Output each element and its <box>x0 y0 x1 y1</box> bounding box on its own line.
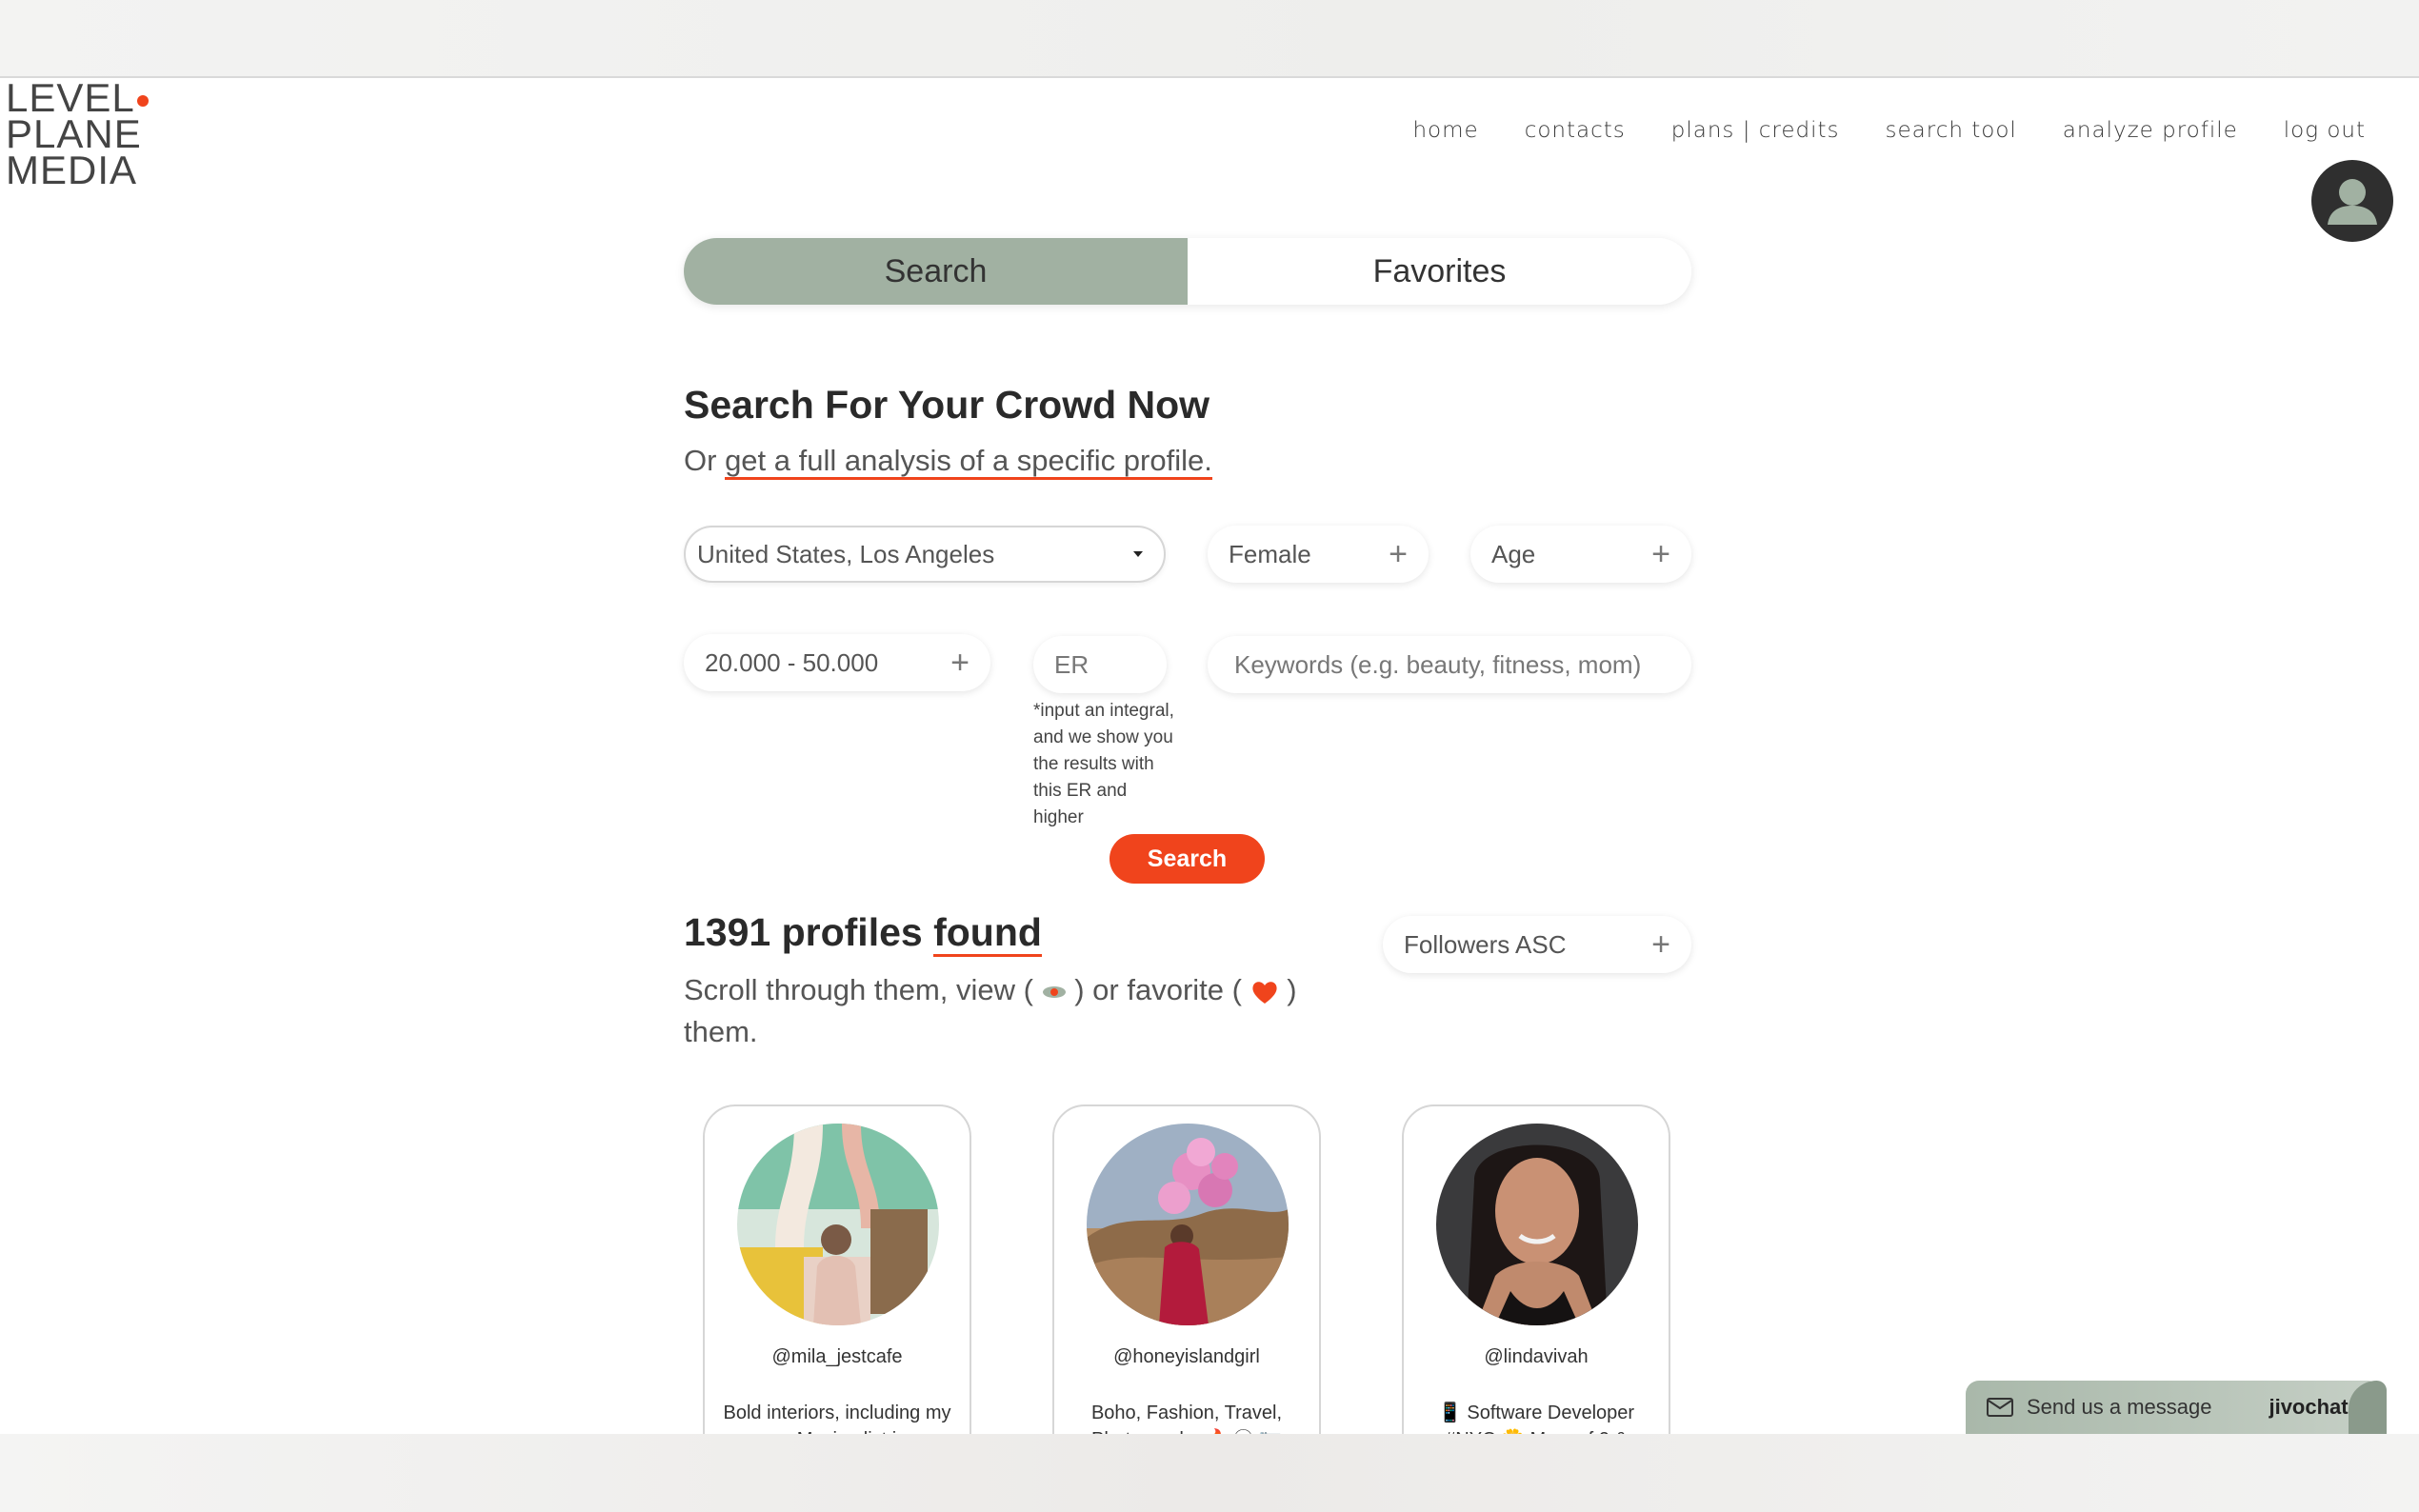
gender-value: Female <box>1229 539 1311 568</box>
er-placeholder: ER <box>1054 649 1090 679</box>
chat-label: Send us a message <box>2027 1395 2212 1419</box>
er-input[interactable]: ER <box>1033 636 1167 693</box>
browser-bottom-bar <box>0 1434 2419 1512</box>
search-favorites-tabs: Search Favorites <box>684 238 1691 305</box>
main-nav: home contacts plans | credits search too… <box>1412 118 2366 143</box>
profile-card[interactable]: @lindavivah 📱 Software Developer #NYC 🌼 … <box>1402 1104 1670 1485</box>
sort-value: Followers ASC <box>1404 929 1567 959</box>
followers-range-select[interactable]: 20.000 - 50.000 + <box>684 634 990 691</box>
heart-icon <box>1252 982 1277 1004</box>
tab-favorites[interactable]: Favorites <box>1188 238 1691 305</box>
er-hint-text: *input an integral, and we show you the … <box>1033 701 1174 827</box>
chat-widget[interactable]: Send us a message jivochat <box>1966 1381 2387 1434</box>
user-avatar-icon[interactable] <box>2311 160 2393 242</box>
browser-top-bar <box>0 0 2419 78</box>
location-select[interactable]: United States, Los Angeles <box>684 526 1166 583</box>
profile-handle: @mila_jestcafe <box>771 1346 903 1367</box>
profile-photo[interactable] <box>737 1124 939 1325</box>
plus-icon: + <box>1651 925 1670 963</box>
chat-brand: jivochat <box>2269 1395 2349 1419</box>
gender-select[interactable]: Female + <box>1208 526 1429 583</box>
age-select[interactable]: Age + <box>1470 526 1691 583</box>
results-count: 1391 profiles found <box>684 910 1042 957</box>
logo-dot <box>136 95 149 107</box>
results-instructions: Scroll through them, view ( ) or favorit… <box>684 973 1297 1048</box>
logo[interactable]: LEVEL PLANE MEDIA <box>6 78 149 190</box>
keywords-placeholder: Keywords (e.g. beauty, fitness, mom) <box>1234 649 1642 679</box>
nav-contacts[interactable]: contacts <box>1525 118 1626 143</box>
age-value: Age <box>1491 539 1536 568</box>
subtitle-prefix: Or <box>684 444 726 477</box>
analyze-profile-link[interactable]: get a full analysis of a specific profil… <box>725 444 1212 480</box>
profile-card[interactable]: @mila_jestcafe Bold interiors, including… <box>703 1104 971 1485</box>
chat-corner <box>2349 1381 2387 1434</box>
search-button[interactable]: Search <box>1110 834 1265 884</box>
eye-icon <box>1042 985 1066 998</box>
nav-log-out[interactable]: log out <box>2284 118 2366 143</box>
plus-icon: + <box>1389 535 1408 572</box>
location-value: United States, Los Angeles <box>697 539 995 568</box>
nav-plans-credits[interactable]: plans | credits <box>1671 118 1840 143</box>
nav-analyze-profile[interactable]: analyze profile <box>2063 118 2238 143</box>
keywords-input[interactable]: Keywords (e.g. beauty, fitness, mom) <box>1208 636 1691 693</box>
page-title: Search For Your Crowd Now <box>684 383 1210 427</box>
plus-icon: + <box>1651 535 1670 572</box>
caret-down-icon <box>1133 551 1143 557</box>
plus-icon: + <box>950 644 970 681</box>
sort-select[interactable]: Followers ASC + <box>1383 916 1691 973</box>
tab-search[interactable]: Search <box>684 238 1188 305</box>
profile-handle: @honeyislandgirl <box>1113 1346 1260 1367</box>
nav-home[interactable]: home <box>1412 118 1478 143</box>
page-subtitle: Or get a full analysis of a specific pro… <box>684 444 1212 480</box>
mail-icon <box>1987 1398 2013 1417</box>
followers-range-value: 20.000 - 50.000 <box>705 647 879 677</box>
profile-card[interactable]: @honeyislandgirl Boho, Fashion, Travel, … <box>1052 1104 1321 1485</box>
profile-handle: @lindavivah <box>1484 1346 1589 1367</box>
nav-search-tool[interactable]: search tool <box>1886 118 2017 143</box>
profile-photo[interactable] <box>1087 1124 1289 1325</box>
profile-photo[interactable] <box>1436 1124 1638 1325</box>
